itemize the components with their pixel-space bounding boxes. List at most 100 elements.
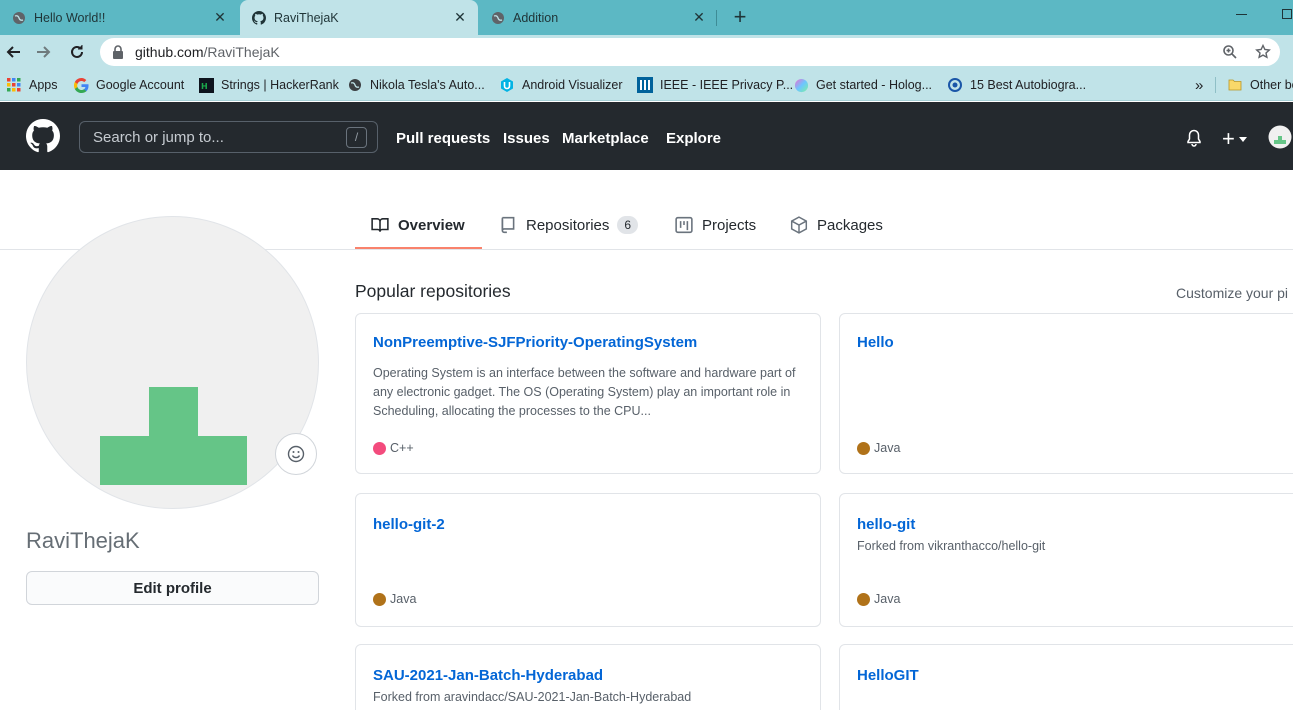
- globe-icon: [491, 11, 505, 25]
- user-avatar-menu[interactable]: [1268, 125, 1292, 149]
- avatar-icon: [1268, 125, 1292, 149]
- bookmark-label: Apps: [29, 78, 58, 92]
- tab-overview[interactable]: Overview: [371, 213, 465, 237]
- tab-packages[interactable]: Packages: [790, 213, 883, 237]
- browser-tabstrip: Hello World!! ✕ RaviThejaK ✕ Addition ✕ …: [0, 0, 1293, 35]
- close-icon[interactable]: ✕: [452, 9, 468, 26]
- repo-link[interactable]: Hello: [857, 334, 894, 351]
- tab-title: Hello World!!: [34, 10, 106, 25]
- repo-description: Operating System is an interface between…: [373, 366, 796, 418]
- lock-icon[interactable]: [112, 45, 124, 59]
- new-tab-button[interactable]: +: [729, 4, 751, 29]
- bookmark-divider: [1215, 77, 1216, 93]
- udacity-icon: [499, 77, 515, 93]
- back-button[interactable]: [2, 41, 24, 63]
- hackerrank-icon: H: [198, 77, 214, 93]
- tab-repositories[interactable]: Repositories 6: [499, 213, 639, 237]
- browser-tab-ravithejak[interactable]: RaviThejaK ✕: [240, 0, 478, 35]
- profile-username: RaviThejaK: [26, 528, 140, 553]
- arrow-left-icon: [6, 46, 20, 58]
- address-bar[interactable]: github.com/RaviThejaK: [100, 38, 1280, 66]
- svg-text:H: H: [201, 82, 208, 91]
- book-icon: [371, 216, 389, 234]
- bookmark-hackerrank[interactable]: H Strings | HackerRank: [198, 76, 339, 94]
- tab-title: Addition: [513, 10, 559, 25]
- repo-card: hello-git-2 Java: [355, 493, 821, 627]
- create-new-button[interactable]: +: [1222, 126, 1247, 152]
- nav-marketplace[interactable]: Marketplace: [562, 130, 649, 147]
- tab-label: Packages: [817, 216, 883, 234]
- repo-card: NonPreemptive-SJFPriority-OperatingSyste…: [355, 313, 821, 474]
- bookmark-label: IEEE - IEEE Privacy P...: [660, 78, 794, 92]
- zoom-icon[interactable]: [1221, 43, 1239, 61]
- bookmark-ieee[interactable]: IEEE - IEEE Privacy P...: [637, 76, 793, 94]
- forked-from-text: Forked from aravindacc/SAU-2021-Jan-Batc…: [373, 690, 692, 704]
- forward-button[interactable]: [33, 41, 55, 63]
- tab-title: RaviThejaK: [274, 10, 339, 25]
- tab-label: Repositories: [526, 216, 610, 234]
- globe-icon: [347, 77, 363, 93]
- url-domain: github.com: [135, 44, 204, 60]
- bookmark-label: Other bo: [1250, 78, 1293, 92]
- nav-pull-requests[interactable]: Pull requests: [396, 130, 490, 147]
- other-bookmarks-button[interactable]: Other bo: [1227, 76, 1293, 94]
- bookmarks-overflow-button[interactable]: »: [1195, 76, 1203, 94]
- bookmark-android-visualizer[interactable]: Android Visualizer: [499, 76, 623, 94]
- repo-link[interactable]: NonPreemptive-SJFPriority-OperatingSyste…: [373, 334, 697, 351]
- globe-icon: [12, 11, 26, 25]
- apps-grid-icon: [6, 77, 22, 93]
- bookmark-hologram[interactable]: Get started - Holog...: [793, 76, 932, 94]
- close-icon[interactable]: ✕: [212, 9, 228, 26]
- maximize-icon[interactable]: [1282, 9, 1292, 19]
- repo-link[interactable]: HelloGIT: [857, 667, 919, 684]
- smiley-icon: [287, 445, 305, 463]
- repo-link[interactable]: hello-git-2: [373, 516, 445, 533]
- plus-icon: +: [1222, 126, 1235, 151]
- language-label: Java: [874, 441, 901, 455]
- arrow-right-icon: [37, 46, 51, 58]
- browser-tab-addition[interactable]: Addition ✕: [479, 0, 717, 35]
- github-search-input[interactable]: Search or jump to... /: [79, 121, 378, 153]
- close-icon[interactable]: ✕: [691, 9, 707, 26]
- bookmark-nikola-tesla[interactable]: Nikola Tesla's Auto...: [347, 76, 485, 94]
- customize-pins-link[interactable]: Customize your pi: [1176, 285, 1288, 301]
- nav-issues[interactable]: Issues: [503, 130, 550, 147]
- bookmark-label: Google Account: [96, 78, 185, 92]
- notifications-bell-icon[interactable]: [1186, 129, 1202, 147]
- reload-icon: [71, 45, 83, 58]
- bookmark-apps[interactable]: Apps: [6, 76, 58, 94]
- set-status-button[interactable]: [275, 433, 317, 475]
- tab-projects[interactable]: Projects: [675, 213, 756, 237]
- github-logo-icon[interactable]: [26, 119, 60, 153]
- language-color-dot: [857, 441, 870, 455]
- site-icon: [947, 77, 963, 93]
- package-icon: [790, 216, 808, 234]
- bookmark-google-account[interactable]: Google Account: [73, 76, 184, 94]
- browser-tab-hello-world[interactable]: Hello World!! ✕: [0, 0, 238, 35]
- browser-toolbar: github.com/RaviThejaK: [0, 35, 1293, 69]
- reload-button[interactable]: [66, 41, 88, 63]
- minimize-icon[interactable]: [1236, 14, 1247, 15]
- language-label: C++: [390, 441, 414, 455]
- profile-avatar[interactable]: [26, 216, 319, 509]
- tab-label: Projects: [702, 216, 757, 234]
- forked-from-text: Forked from vikranthacco/hello-git: [857, 539, 1046, 553]
- nav-explore[interactable]: Explore: [666, 130, 721, 147]
- repo-language: Java: [857, 592, 900, 606]
- edit-profile-button[interactable]: Edit profile: [26, 571, 319, 605]
- language-color-dot: [373, 592, 386, 606]
- bookmark-autobiographies[interactable]: 15 Best Autobiogra...: [947, 76, 1086, 94]
- star-icon[interactable]: [1254, 43, 1272, 61]
- tab-label: Overview: [398, 216, 465, 234]
- repo-icon: [499, 216, 517, 234]
- google-icon: [73, 77, 89, 93]
- github-icon: [252, 10, 266, 25]
- ieee-icon: [637, 77, 653, 93]
- repo-link[interactable]: hello-git: [857, 516, 915, 533]
- folder-icon: [1227, 77, 1243, 93]
- repo-link[interactable]: SAU-2021-Jan-Batch-Hyderabad: [373, 667, 603, 684]
- identicon-image: [100, 387, 247, 485]
- url-text: github.com/RaviThejaK: [135, 44, 280, 60]
- search-shortcut-badge: /: [346, 126, 367, 148]
- repo-language: Java: [857, 441, 900, 455]
